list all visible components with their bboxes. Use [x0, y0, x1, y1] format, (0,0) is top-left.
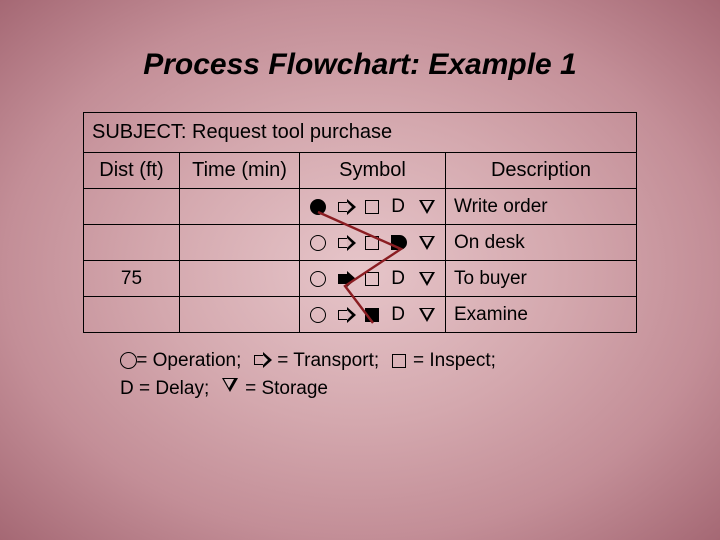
transport-icon — [338, 235, 354, 251]
cell-symbol: D — [300, 261, 446, 297]
cell-desc: Examine — [446, 297, 637, 333]
inspect-icon — [365, 272, 379, 286]
cell-dist: 75 — [84, 261, 180, 297]
transport-icon — [338, 199, 354, 215]
delay-icon: D — [391, 307, 407, 323]
table-row: 75 D To buyer — [84, 261, 637, 297]
cell-dist — [84, 189, 180, 225]
inspect-icon — [365, 200, 379, 214]
table-row: D Write order — [84, 189, 637, 225]
delay-icon: D — [391, 271, 407, 287]
page-title: Process Flowchart: Example 1 — [0, 0, 720, 112]
cell-dist — [84, 297, 180, 333]
cell-desc: On desk — [446, 225, 637, 261]
storage-icon — [222, 378, 238, 392]
legend: = Operation; = Transport; = Inspect; D =… — [120, 347, 720, 402]
operation-icon — [310, 271, 326, 287]
legend-storage: = Storage — [245, 378, 328, 399]
cell-symbol — [300, 225, 446, 261]
subject-row: SUBJECT: Request tool purchase — [84, 113, 637, 153]
transport-icon — [338, 271, 354, 287]
operation-icon — [310, 235, 326, 251]
cell-desc: Write order — [446, 189, 637, 225]
legend-inspect: = Inspect; — [413, 350, 496, 371]
cell-time — [180, 225, 300, 261]
header-desc: Description — [446, 153, 637, 189]
cell-symbol: D — [300, 297, 446, 333]
header-dist: Dist (ft) — [84, 153, 180, 189]
cell-time — [180, 261, 300, 297]
inspect-icon — [392, 354, 406, 368]
storage-icon — [419, 272, 435, 286]
transport-icon — [254, 352, 270, 368]
subject-label: SUBJECT: — [92, 121, 186, 143]
table-row: On desk — [84, 225, 637, 261]
legend-delay: D = Delay; — [120, 378, 209, 399]
storage-icon — [419, 236, 435, 250]
operation-icon — [310, 199, 326, 215]
transport-icon — [338, 307, 354, 323]
flowchart-table: SUBJECT: Request tool purchase Dist (ft)… — [83, 112, 637, 333]
table-row: D Examine — [84, 297, 637, 333]
cell-time — [180, 189, 300, 225]
delay-icon: D — [391, 199, 407, 215]
cell-time — [180, 297, 300, 333]
delay-icon — [391, 235, 407, 251]
cell-symbol: D — [300, 189, 446, 225]
legend-operation: = Operation; — [136, 350, 241, 371]
legend-transport: = Transport; — [277, 350, 379, 371]
flowchart-table-wrap: SUBJECT: Request tool purchase Dist (ft)… — [83, 112, 637, 333]
header-symbol: Symbol — [300, 153, 446, 189]
operation-icon — [120, 352, 137, 369]
storage-icon — [419, 200, 435, 214]
operation-icon — [310, 307, 326, 323]
inspect-icon — [365, 236, 379, 250]
subject-value: Request tool purchase — [192, 121, 392, 143]
storage-icon — [419, 308, 435, 322]
header-row: Dist (ft) Time (min) Symbol Description — [84, 153, 637, 189]
cell-desc: To buyer — [446, 261, 637, 297]
inspect-icon — [365, 308, 379, 322]
cell-dist — [84, 225, 180, 261]
header-time: Time (min) — [180, 153, 300, 189]
